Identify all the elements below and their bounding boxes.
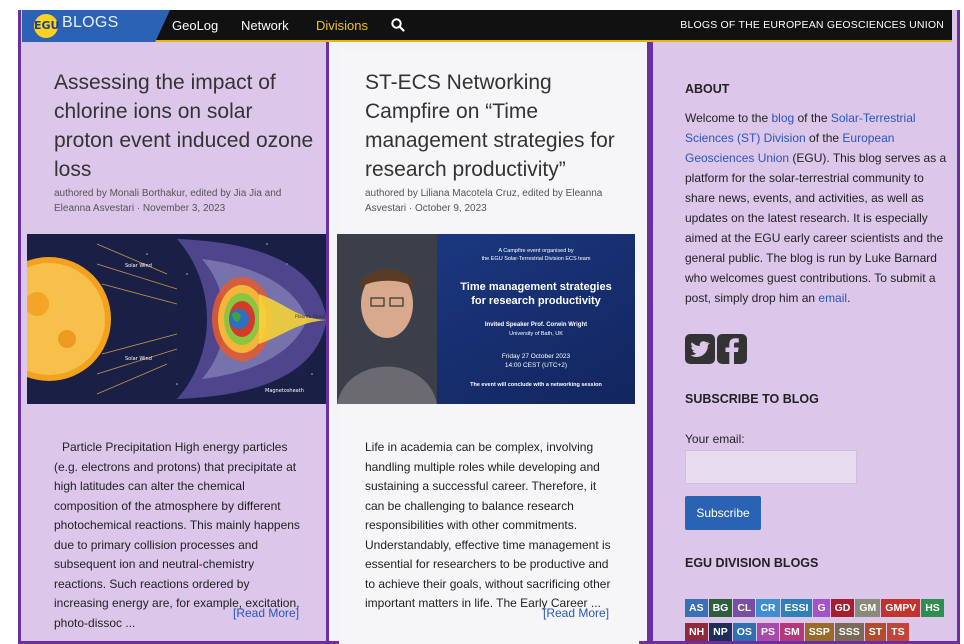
division-badge-essi[interactable]: ESSI	[780, 599, 813, 617]
plasma-sheet-label: Plasma Sheet	[295, 314, 326, 320]
nav-item-network[interactable]: Network	[241, 18, 289, 33]
division-badge-bg[interactable]: BG	[708, 599, 733, 617]
division-badge-os[interactable]: OS	[732, 623, 756, 641]
nav-item-geolog[interactable]: GeoLog	[172, 18, 218, 33]
post-title[interactable]: Assessing the impact of chlorine ions on…	[54, 68, 314, 184]
magnetosheath-label: Magnetosheath	[265, 388, 304, 394]
logo-text: BLOGS	[62, 14, 119, 31]
top-navigation: EGU BLOGS GeoLog Network Divisions BLOGS…	[22, 10, 952, 42]
post-byline: authored by Liliana Macotela Cruz, edite…	[365, 188, 603, 214]
post-column-middle: ST-ECS Networking Campfire on “Time mana…	[326, 10, 650, 644]
facebook-icon[interactable]	[717, 334, 747, 364]
nav-item-divisions[interactable]: Divisions	[316, 18, 368, 33]
division-badge-hs[interactable]: HS	[921, 599, 944, 617]
about-text-part: .	[847, 291, 851, 305]
email-label: Your email:	[685, 432, 745, 446]
division-badge-cl[interactable]: CL	[733, 599, 756, 617]
post-excerpt: Particle Precipitation High energy parti…	[54, 440, 300, 630]
about-text-part: Welcome to the	[685, 111, 772, 125]
division-badge-as[interactable]: AS	[685, 599, 708, 617]
subscribe-button[interactable]: Subscribe	[685, 496, 761, 530]
division-badge-sss[interactable]: SSS	[834, 623, 864, 641]
post-column-left: Assessing the impact of chlorine ions on…	[18, 10, 330, 644]
flyer-date: Friday 27 October 2023	[502, 353, 571, 360]
flyer-organised: A Campfire event organised by	[498, 248, 573, 254]
division-badge-sm[interactable]: SM	[779, 623, 804, 641]
post-image-magnetosphere[interactable]: Solar Wind Solar Wind Magnetosheath Plas…	[27, 234, 329, 404]
twitter-bird-icon	[690, 341, 710, 357]
post-byline: authored by Monali Borthakur, edited by …	[54, 188, 282, 214]
facebook-f-icon	[725, 338, 739, 364]
subscribe-heading: SUBSCRIBE TO BLOG	[685, 392, 819, 406]
division-badge-ps[interactable]: PS	[756, 623, 779, 641]
solar-wind-label: Solar Wind	[125, 263, 152, 269]
egu-logo-badge: EGU	[34, 14, 59, 38]
blog-link[interactable]: blog	[771, 111, 794, 125]
division-badge-g[interactable]: G	[813, 599, 830, 617]
division-blogs-heading: EGU DIVISION BLOGS	[685, 556, 819, 570]
about-text-part: of the	[794, 111, 831, 125]
division-badges: AS BG CL CR ESSI G GD GM GMPV HS NH NP OS PS SM SSP SSS S…	[685, 596, 947, 644]
read-more-link[interactable]: [Read More]	[543, 606, 609, 620]
email-link[interactable]: email	[818, 291, 847, 305]
division-badge-gmpv[interactable]: GMPV	[881, 599, 921, 617]
division-badge-ts[interactable]: TS	[887, 623, 909, 641]
division-badge-gd[interactable]: GD	[830, 599, 855, 617]
post-title[interactable]: ST-ECS Networking Campfire on “Time mana…	[365, 68, 635, 184]
flyer-headline: for research productivity	[471, 295, 601, 307]
division-badge-np[interactable]: NP	[709, 623, 732, 641]
flyer-headline: Time management strategies	[460, 281, 611, 293]
division-badge-st[interactable]: ST	[864, 623, 887, 641]
flyer-university: University of Bath, UK	[509, 331, 563, 337]
flyer-team: the EGU Solar-Terrestrial Division ECS t…	[482, 256, 591, 262]
about-text-part: (EGU). This blog serves as a platform fo…	[685, 151, 947, 305]
flyer-speaker: Invited Speaker Prof. Corwin Wright	[485, 322, 587, 328]
about-text-part: of the	[805, 131, 843, 145]
division-badge-cr[interactable]: CR	[756, 599, 780, 617]
campfire-flyer: A Campfire event organised by the EGU So…	[337, 234, 635, 404]
email-input[interactable]	[685, 450, 857, 484]
twitter-icon[interactable]	[685, 334, 715, 364]
post-excerpt: Life in academia can be complex, involvi…	[365, 440, 611, 610]
division-badge-ssp[interactable]: SSP	[804, 623, 834, 641]
post-image-campfire-flyer[interactable]: A Campfire event organised by the EGU So…	[337, 234, 635, 404]
about-text: Welcome to the blog of the Solar-Terrest…	[685, 108, 947, 308]
egu-blogs-logo[interactable]: EGU BLOGS	[22, 10, 170, 42]
sidebar: ABOUT Welcome to the blog of the Solar-T…	[650, 10, 960, 644]
solar-wind-label: Solar Wind	[125, 356, 152, 362]
division-badge-gm[interactable]: GM	[855, 599, 881, 617]
about-heading: ABOUT	[685, 82, 730, 96]
division-badge-nh[interactable]: NH	[685, 623, 709, 641]
flyer-time: 14:00 CEST (UTC+2)	[505, 362, 567, 369]
site-tagline: BLOGS OF THE EUROPEAN GEOSCIENCES UNION	[680, 19, 944, 31]
flyer-closing: The event will conclude with a networkin…	[470, 382, 602, 388]
read-more-link[interactable]: [Read More]	[233, 606, 299, 620]
search-icon[interactable]	[390, 17, 406, 33]
magnetosphere-illustration: Solar Wind Solar Wind Magnetosheath Plas…	[27, 234, 329, 404]
